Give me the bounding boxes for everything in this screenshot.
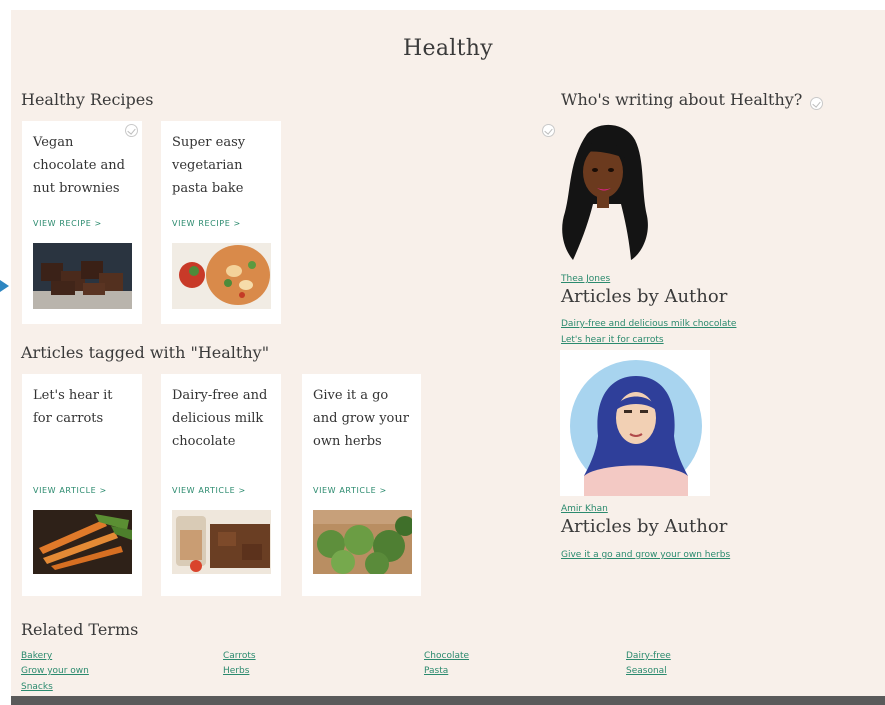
view-article-link[interactable]: VIEW ARTICLE > [172,486,246,495]
author-article-link[interactable]: Give it a go and grow your own herbs [561,550,730,560]
save-check-icon[interactable] [125,124,138,137]
related-term-link[interactable]: Herbs [223,666,249,676]
related-term-link[interactable]: Snacks [21,682,53,692]
recipes-heading: Healthy Recipes [21,90,154,109]
page-container: Healthy Healthy Recipes Vegan chocolate … [11,10,885,696]
brownies-photo[interactable] [33,243,132,309]
recipe-title[interactable]: Super easy vegetarian pasta bake [172,131,269,200]
related-term-link[interactable]: Grow your own [21,666,89,676]
related-term-link[interactable]: Bakery [21,651,52,661]
related-term-link[interactable]: Carrots [223,651,256,661]
article-title[interactable]: Dairy-free and delicious milk chocolate [172,384,269,453]
recipe-title[interactable]: Vegan chocolate and nut brownies [33,131,130,200]
related-term-link[interactable]: Chocolate [424,651,469,661]
scroll-arrow-icon[interactable] [0,280,9,292]
author-name-link[interactable]: Amir Khan [561,504,608,514]
view-article-link[interactable]: VIEW ARTICLE > [313,486,387,495]
related-term-link[interactable]: Seasonal [626,666,667,676]
footer-bar [11,696,885,705]
author-name-link[interactable]: Thea Jones [561,274,610,284]
page-title: Healthy [403,36,493,61]
author-avatar[interactable] [559,120,651,268]
pasta-bake-photo[interactable] [172,243,271,309]
article-card[interactable]: Give it a go and grow your own herbs VIE… [302,374,421,596]
article-card[interactable]: Let's hear it for carrots VIEW ARTICLE > [22,374,142,596]
herbs-photo[interactable] [313,510,412,574]
authors-heading: Who's writing about Healthy? [561,90,803,109]
articles-heading: Articles tagged with "Healthy" [21,343,270,362]
related-term-link[interactable]: Pasta [424,666,448,676]
author-article-link[interactable]: Let's hear it for carrots [561,335,664,345]
recipe-card[interactable]: Super easy vegetarian pasta bake VIEW RE… [161,121,281,324]
related-term-link[interactable]: Dairy-free [626,651,671,661]
article-title[interactable]: Give it a go and grow your own herbs [313,384,409,453]
carrots-photo[interactable] [33,510,132,574]
view-recipe-link[interactable]: VIEW RECIPE > [172,219,241,228]
chocolate-photo[interactable] [172,510,271,574]
article-title[interactable]: Let's hear it for carrots [33,384,130,430]
related-terms-heading: Related Terms [21,620,139,639]
author-article-link[interactable]: Dairy-free and delicious milk chocolate [561,319,736,329]
author-avatar[interactable] [560,350,710,496]
save-check-icon[interactable] [810,97,823,110]
articles-by-author-heading: Articles by Author [561,516,728,537]
save-check-icon[interactable] [542,124,555,137]
recipe-card[interactable]: Vegan chocolate and nut brownies VIEW RE… [22,121,142,324]
view-article-link[interactable]: VIEW ARTICLE > [33,486,107,495]
view-recipe-link[interactable]: VIEW RECIPE > [33,219,102,228]
articles-by-author-heading: Articles by Author [561,286,728,307]
article-card[interactable]: Dairy-free and delicious milk chocolate … [161,374,281,596]
